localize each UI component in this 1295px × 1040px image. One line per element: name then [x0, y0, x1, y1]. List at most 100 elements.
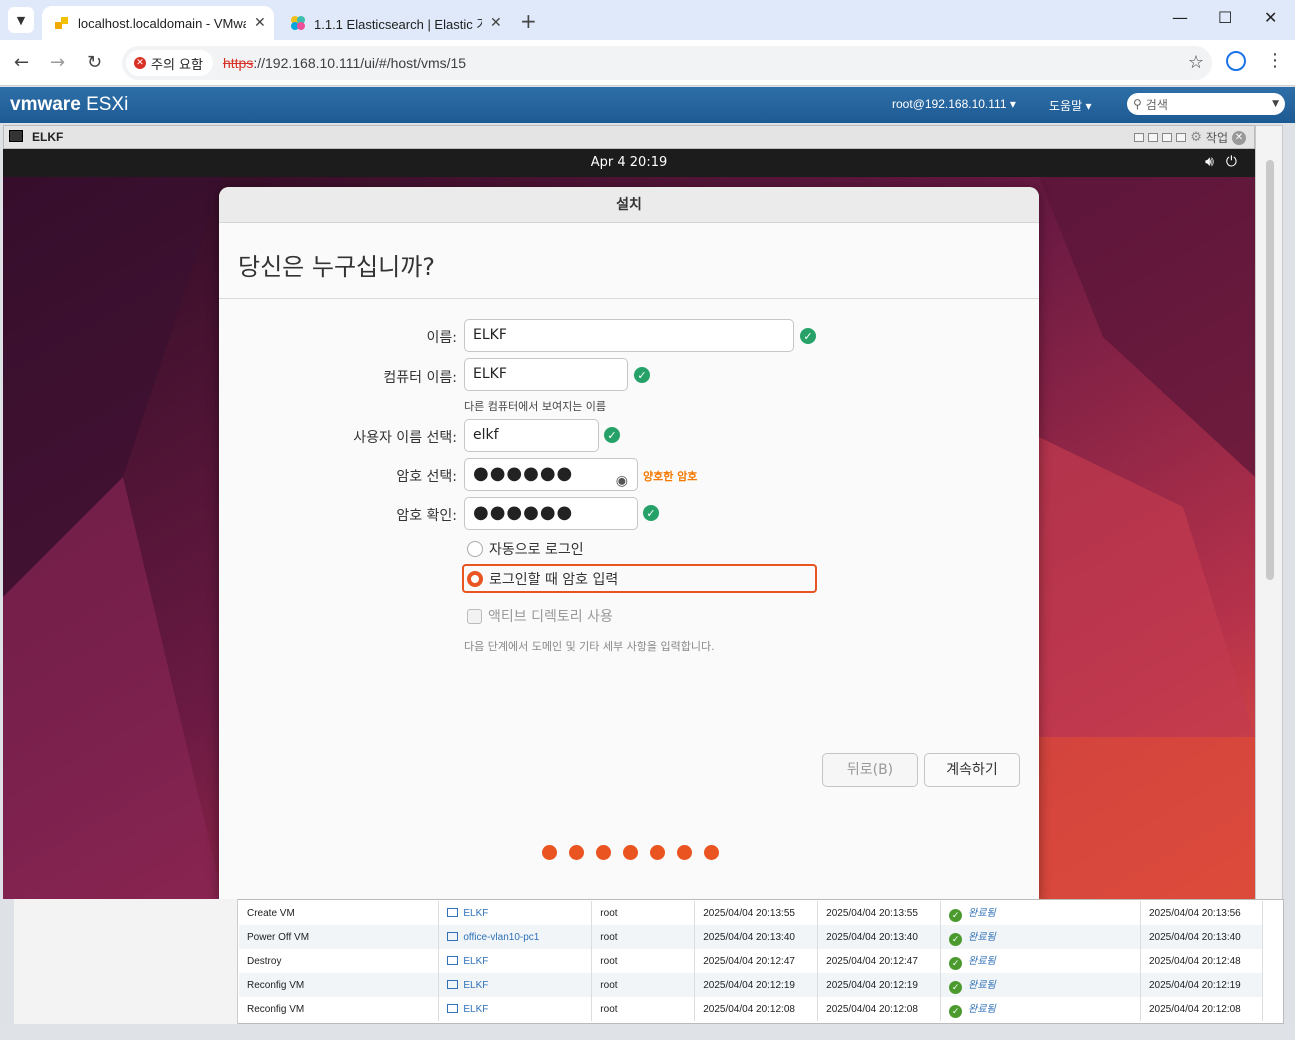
more-menu-icon[interactable]: ⋮	[1266, 50, 1284, 71]
task-queued: 2025/04/04 20:12:08	[694, 997, 819, 1021]
continue-button[interactable]: 계속하기	[924, 753, 1020, 787]
task-name: Power Off VM	[239, 925, 440, 949]
console-vm-name: ELKF	[32, 130, 64, 144]
reload-icon[interactable]: ↻	[87, 52, 102, 73]
success-check-icon: ✓	[949, 957, 963, 970]
scrollbar[interactable]	[1266, 160, 1274, 580]
check-icon: ✓	[604, 427, 620, 443]
task-initiator: root	[591, 973, 696, 997]
page-footer	[0, 1024, 1295, 1040]
page-title: 당신은 누구십니까?	[238, 253, 436, 281]
username-field[interactable]: elkf	[464, 419, 599, 452]
gear-icon[interactable]: ⚙	[1190, 130, 1202, 145]
maximize-icon[interactable]: ☐	[1218, 8, 1232, 27]
name-field[interactable]: ELKF	[464, 319, 794, 352]
tab-vmware[interactable]: localhost.localdomain - VMware ✕	[42, 6, 274, 40]
checkbox-icon	[467, 608, 482, 624]
tab-elastic[interactable]: 1.1.1 Elasticsearch | Elastic 가이 ✕	[278, 6, 510, 40]
vm-clock[interactable]: Apr 4 20:19	[3, 155, 1255, 170]
window-icon[interactable]	[1134, 133, 1145, 142]
close-icon[interactable]: ✕	[490, 15, 502, 31]
help-menu[interactable]: 도움말 ▾	[1049, 97, 1091, 114]
tab-title: localhost.localdomain - VMware	[78, 15, 246, 31]
task-name: Reconfig VM	[239, 973, 440, 997]
task-name: Create VM	[239, 901, 440, 925]
vm-system-tray[interactable]: 🔊︎ ⏻	[1205, 154, 1237, 170]
tasks-sidebar	[14, 899, 238, 1024]
task-started: 2025/04/04 20:13:55	[817, 901, 942, 925]
active-directory-checkbox[interactable]: 액티브 디렉토리 사용	[467, 606, 613, 626]
name-label: 이름:	[426, 330, 457, 346]
chevron-down-icon: ▼	[16, 13, 26, 27]
user-menu[interactable]: root@192.168.10.111 ▾	[892, 97, 1016, 111]
bookmark-star-icon[interactable]: ☆	[1188, 52, 1204, 73]
installer-dialog: 설치 당신은 누구십니까? 이름: ELKF ✓ 컴퓨터 이름: ELKF ✓ …	[219, 187, 1039, 900]
task-target[interactable]: ELKF	[438, 949, 593, 973]
show-password-eye-icon[interactable]: ◉	[616, 466, 629, 496]
task-completed: 2025/04/04 20:13:56	[1140, 901, 1264, 925]
progress-dot	[623, 845, 638, 860]
new-tab-icon[interactable]: +	[520, 9, 537, 33]
task-target[interactable]: ELKF	[438, 973, 593, 997]
task-initiator: root	[591, 901, 696, 925]
divider	[219, 298, 1039, 299]
task-initiator: root	[591, 997, 696, 1021]
task-result: ✓ 완료됨	[940, 949, 1141, 973]
back-button[interactable]: 뒤로(B)	[822, 753, 918, 787]
console-icon	[9, 130, 23, 142]
tab-title: 1.1.1 Elasticsearch | Elastic 가이	[314, 16, 482, 32]
confirm-password-field[interactable]: ●●●●●●	[464, 497, 638, 530]
vm-icon	[447, 955, 459, 965]
table-row[interactable]: Power Off VM office-vlan10-pc1 root 2025/04…	[239, 925, 1264, 949]
password-field[interactable]: ●●●●●● ◉	[464, 458, 638, 491]
url-text[interactable]: https://192.168.10.111/ui/#/host/vms/15	[223, 55, 466, 71]
forward-arrow-icon[interactable]: →	[50, 52, 65, 73]
back-arrow-icon[interactable]: ←	[14, 52, 29, 73]
security-chip[interactable]: ✕ 주의 요함	[126, 50, 213, 76]
computer-name-field[interactable]: ELKF	[464, 358, 628, 391]
window-close-icon[interactable]: ✕	[1264, 8, 1277, 27]
table-row[interactable]: Create VM ELKF root 2025/04/04 20:13:55 2025…	[239, 901, 1264, 925]
power-icon: ⏻	[1225, 154, 1237, 170]
active-directory-hint: 다음 단계에서 도메인 및 기타 세부 사항을 입력합니다.	[464, 640, 715, 653]
auto-login-radio[interactable]: 자동으로 로그인	[467, 538, 584, 560]
esxi-header: vmware ESXi root@192.168.10.111 ▾ 도움말 ▾ …	[0, 87, 1295, 123]
table-row[interactable]: Reconfig VM ELKF root 2025/04/04 20:12:19 20…	[239, 973, 1264, 997]
minimize-icon[interactable]: —	[1172, 8, 1188, 27]
username-label: 사용자 이름 선택:	[353, 430, 457, 446]
task-target[interactable]: ELKF	[438, 997, 593, 1021]
actions-menu[interactable]: 작업	[1206, 129, 1228, 146]
task-completed: 2025/04/04 20:12:19	[1140, 973, 1264, 997]
computer-name-label: 컴퓨터 이름:	[383, 370, 457, 386]
chevron-down-icon: ▼	[1272, 99, 1279, 109]
task-result: ✓ 완료됨	[940, 997, 1141, 1021]
task-result: ✓ 완료됨	[940, 973, 1141, 997]
confirm-password-label: 암호 확인:	[396, 508, 457, 524]
table-row[interactable]: Destroy ELKF root 2025/04/04 20:12:47 2025/0…	[239, 949, 1264, 973]
task-target[interactable]: ELKF	[438, 901, 593, 925]
success-check-icon: ✓	[949, 909, 963, 922]
window-icon[interactable]	[1148, 133, 1159, 142]
browser-toolbar: ← → ↻ ✕ 주의 요함 https://192.168.10.111/ui/…	[0, 40, 1295, 86]
window-icon[interactable]	[1162, 133, 1173, 142]
address-bar[interactable]: ✕ 주의 요함 https://192.168.10.111/ui/#/host…	[122, 46, 1212, 80]
tab-strip: ▼ localhost.localdomain - VMware ✕ 1.1.1…	[0, 0, 1295, 40]
esxi-search-input[interactable]: ⚲ 검색 ▼	[1127, 93, 1285, 115]
task-target[interactable]: office-vlan10-pc1	[438, 925, 593, 949]
task-initiator: root	[591, 925, 696, 949]
profile-icon[interactable]	[1226, 51, 1246, 71]
close-icon[interactable]: ✕	[1232, 130, 1246, 145]
recent-tasks-table: Create VM ELKF root 2025/04/04 20:13:55 2025…	[239, 901, 1264, 1021]
task-initiator: root	[591, 949, 696, 973]
password-strength: 양호한 암호	[643, 470, 698, 483]
vm-top-bar: Apr 4 20:19 🔊︎ ⏻	[3, 149, 1255, 177]
keyboard-icon[interactable]	[1176, 133, 1187, 142]
progress-dot	[677, 845, 692, 860]
computer-name-hint: 다른 컴퓨터에서 보여지는 이름	[464, 400, 607, 413]
task-result: ✓ 완료됨	[940, 901, 1141, 925]
require-password-radio[interactable]: 로그인할 때 암호 입력	[467, 568, 618, 590]
close-icon[interactable]: ✕	[254, 15, 266, 31]
vmware-esxi-logo: vmware ESXi	[10, 94, 129, 115]
table-row[interactable]: Reconfig VM ELKF root 2025/04/04 20:12:08 20…	[239, 997, 1264, 1021]
tab-search-button[interactable]: ▼	[8, 7, 34, 33]
